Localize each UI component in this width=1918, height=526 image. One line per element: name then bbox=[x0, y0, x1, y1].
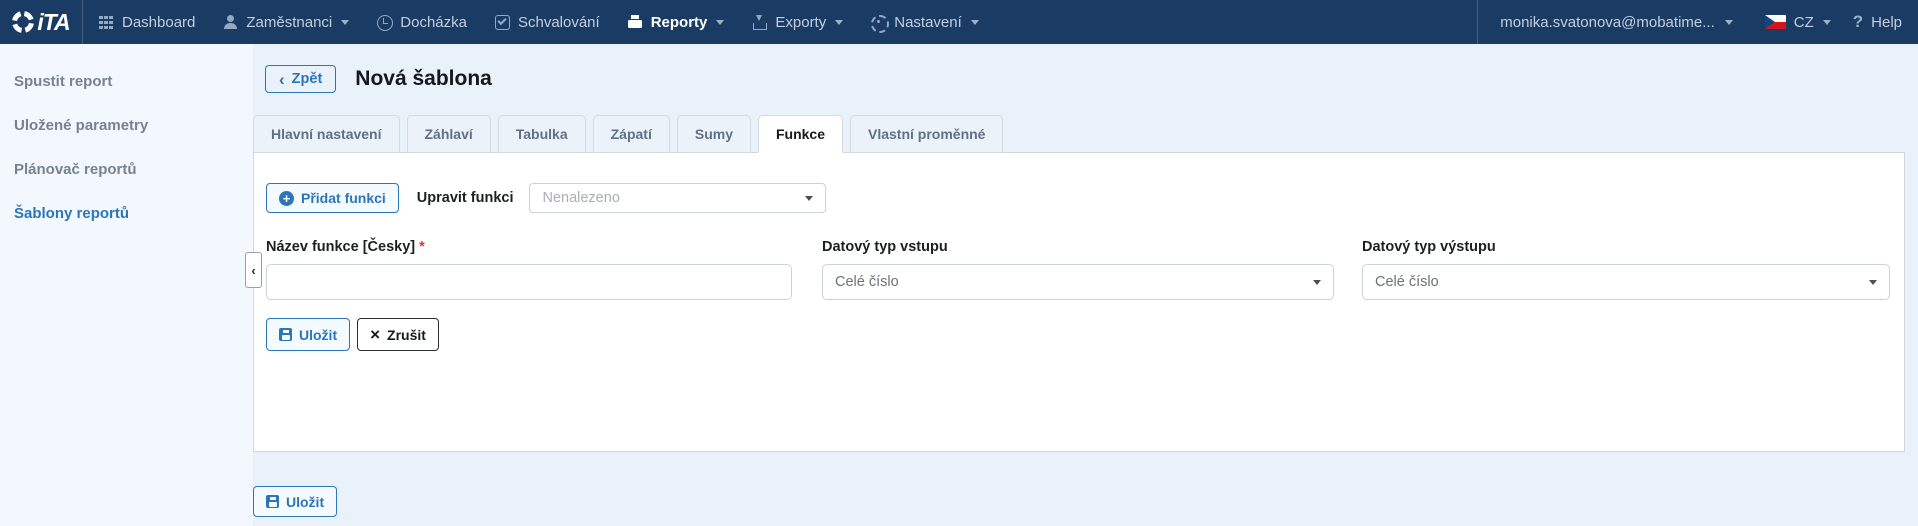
user-email: monika.svatonova@mobatime... bbox=[1500, 14, 1715, 31]
page-title: Nová šablona bbox=[355, 67, 492, 91]
help-link[interactable]: ? Help bbox=[1847, 0, 1918, 44]
tab-bar: Hlavní nastavení Záhlaví Tabulka Zápatí … bbox=[253, 115, 1905, 152]
nav-item-reporty[interactable]: Reporty bbox=[627, 14, 725, 31]
plus-circle-icon bbox=[279, 191, 294, 206]
output-type-label: Datový typ výstupu bbox=[1362, 239, 1890, 255]
nav-item-dashboard[interactable]: Dashboard bbox=[98, 14, 195, 31]
cz-flag-icon bbox=[1765, 15, 1786, 29]
chevron-down-icon bbox=[1823, 20, 1831, 25]
logo-clock-icon bbox=[11, 9, 36, 34]
app-root: iTA Dashboard Zaměstnanci Docházka bbox=[0, 0, 1918, 526]
sidebar-item-planovac-reportu[interactable]: Plánovač reportů bbox=[0, 147, 253, 191]
edit-function-select[interactable]: Nenalezeno bbox=[529, 183, 826, 213]
chevron-left-icon: ‹ bbox=[251, 263, 255, 278]
nav-item-exporty[interactable]: Exporty bbox=[751, 14, 843, 31]
chevron-down-icon bbox=[716, 20, 724, 25]
output-type-select[interactable]: Celé číslo bbox=[1362, 264, 1890, 300]
main-nav: Dashboard Zaměstnanci Docházka bbox=[83, 0, 979, 44]
tab-zapati[interactable]: Zápatí bbox=[593, 115, 670, 153]
save-template-button[interactable]: Uložit bbox=[253, 486, 337, 517]
printer-icon bbox=[627, 15, 643, 30]
function-toolbar: Přidat funkci Upravit funkci Nenalezeno bbox=[266, 183, 1892, 213]
form-actions: Uložit × Zrušit bbox=[266, 318, 1892, 351]
tab-tabulka[interactable]: Tabulka bbox=[498, 115, 586, 153]
language-label: CZ bbox=[1794, 14, 1814, 31]
chevron-left-icon: ‹ bbox=[279, 74, 285, 85]
sidebar-item-sablony-reportu[interactable]: Šablony reportů bbox=[0, 191, 253, 235]
caret-down-icon bbox=[805, 196, 813, 201]
sidebar-item-ulozene-parametry[interactable]: Uložené parametry bbox=[0, 103, 253, 147]
app-logo[interactable]: iTA bbox=[0, 0, 83, 44]
page-header: ‹ Zpět Nová šablona bbox=[253, 63, 1905, 95]
nav-item-schvalovani[interactable]: Schvalování bbox=[494, 14, 600, 31]
clock-icon bbox=[376, 15, 392, 30]
field-output-type: Datový typ výstupu Celé číslo bbox=[1362, 239, 1890, 300]
caret-down-icon bbox=[1869, 280, 1877, 285]
input-type-select[interactable]: Celé číslo bbox=[822, 264, 1334, 300]
cancel-button[interactable]: × Zrušit bbox=[357, 318, 439, 351]
top-navbar: iTA Dashboard Zaměstnanci Docházka bbox=[0, 0, 1918, 44]
function-name-input[interactable] bbox=[266, 264, 792, 300]
question-mark-icon: ? bbox=[1853, 12, 1863, 32]
save-icon bbox=[279, 328, 292, 341]
chevron-down-icon bbox=[835, 20, 843, 25]
person-icon bbox=[222, 15, 238, 30]
panel-collapse-handle[interactable]: ‹ bbox=[245, 252, 262, 288]
sidebar: Spustit report Uložené parametry Plánova… bbox=[0, 44, 253, 526]
sidebar-item-spustit-report[interactable]: Spustit report bbox=[0, 59, 253, 103]
chevron-down-icon bbox=[971, 20, 979, 25]
nav-item-dochazka[interactable]: Docházka bbox=[376, 14, 467, 31]
chevron-down-icon bbox=[341, 20, 349, 25]
tab-vlastni-promenne[interactable]: Vlastní proměnné bbox=[850, 115, 1003, 153]
save-function-button[interactable]: Uložit bbox=[266, 318, 350, 351]
grid-icon bbox=[98, 15, 114, 30]
tab-zahlavi[interactable]: Záhlaví bbox=[407, 115, 491, 153]
main-content: ‹ Zpět Nová šablona Hlavní nastavení Záh… bbox=[253, 44, 1905, 517]
select-value: Nenalezeno bbox=[542, 190, 619, 206]
navbar-right: monika.svatonova@mobatime... CZ ? Help bbox=[1477, 0, 1918, 44]
language-selector[interactable]: CZ bbox=[1749, 0, 1847, 44]
function-name-label: Název funkce [Česky]* bbox=[266, 239, 792, 255]
input-type-label: Datový typ vstupu bbox=[822, 239, 1334, 255]
tab-funkce[interactable]: Funkce bbox=[758, 115, 843, 153]
nav-item-zamestnanci[interactable]: Zaměstnanci bbox=[222, 14, 349, 31]
check-square-icon bbox=[494, 15, 510, 30]
select-value: Celé číslo bbox=[1375, 274, 1439, 290]
gear-icon bbox=[870, 15, 886, 30]
tab-sumy[interactable]: Sumy bbox=[677, 115, 751, 153]
functions-panel: ‹ Přidat funkci Upravit funkci Nenalezen… bbox=[253, 152, 1905, 452]
required-asterisk: * bbox=[419, 239, 425, 255]
back-button[interactable]: ‹ Zpět bbox=[265, 65, 336, 94]
tab-hlavni-nastaveni[interactable]: Hlavní nastavení bbox=[253, 115, 400, 153]
logo-text: iTA bbox=[37, 9, 69, 36]
help-label: Help bbox=[1871, 14, 1902, 31]
edit-function-label: Upravit funkci bbox=[417, 190, 514, 206]
close-icon: × bbox=[370, 329, 380, 340]
save-icon bbox=[266, 495, 279, 508]
caret-down-icon bbox=[1313, 280, 1321, 285]
field-function-name: Název funkce [Česky]* bbox=[266, 239, 792, 300]
user-menu[interactable]: monika.svatonova@mobatime... bbox=[1477, 0, 1749, 44]
add-function-button[interactable]: Přidat funkci bbox=[266, 183, 399, 213]
nav-item-nastaveni[interactable]: Nastavení bbox=[870, 14, 979, 31]
page-footer: Uložit bbox=[253, 486, 1905, 517]
chevron-down-icon bbox=[1725, 20, 1733, 25]
select-value: Celé číslo bbox=[835, 274, 899, 290]
field-input-type: Datový typ vstupu Celé číslo bbox=[822, 239, 1334, 300]
function-form: Název funkce [Česky]* Datový typ vstupu … bbox=[266, 239, 1892, 300]
export-icon bbox=[751, 15, 767, 30]
